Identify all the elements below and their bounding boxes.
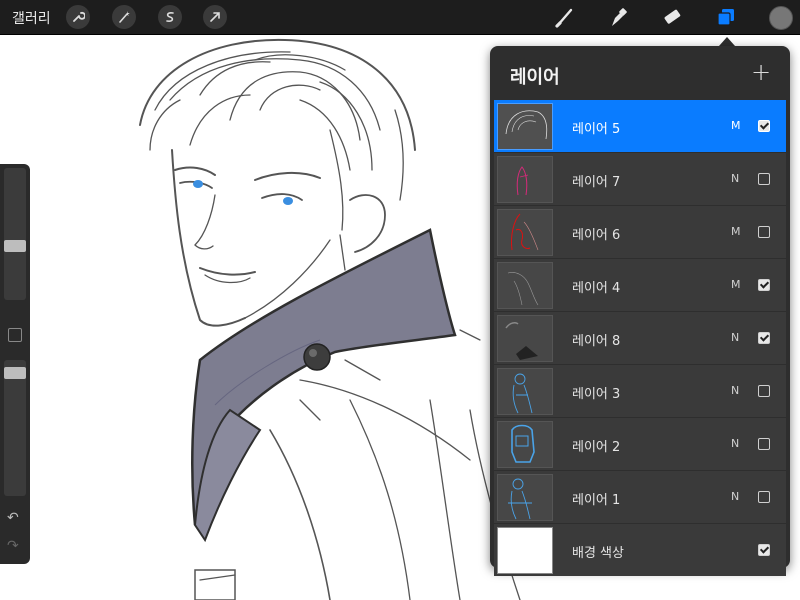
layer-row[interactable]: 레이어 8 N	[494, 312, 786, 364]
layers-icon[interactable]	[714, 5, 738, 29]
selection-s-icon[interactable]	[158, 5, 182, 29]
visibility-checkbox[interactable]	[758, 385, 770, 397]
left-sidebar: ↶ ↷	[0, 164, 30, 564]
panel-caret	[719, 37, 735, 46]
blend-mode[interactable]: N	[731, 437, 739, 450]
smudge-icon[interactable]	[606, 5, 630, 29]
blend-mode[interactable]: M	[731, 278, 741, 291]
magic-wand-icon[interactable]	[112, 5, 136, 29]
blend-mode[interactable]: N	[731, 172, 739, 185]
layer-thumbnail	[497, 262, 553, 309]
add-layer-button[interactable]: +	[751, 58, 771, 86]
blend-mode[interactable]: N	[731, 490, 739, 503]
blend-mode[interactable]: N	[731, 331, 739, 344]
brush-size-thumb[interactable]	[4, 240, 26, 252]
visibility-checkbox[interactable]	[758, 173, 770, 185]
layer-row[interactable]: 레이어 7 N	[494, 153, 786, 205]
blend-mode[interactable]: N	[731, 384, 739, 397]
layer-name: 레이어 1	[572, 493, 621, 508]
layer-thumbnail	[497, 103, 553, 150]
color-picker-button[interactable]	[769, 6, 793, 30]
visibility-checkbox[interactable]	[758, 438, 770, 450]
gallery-button[interactable]: 갤러리	[12, 8, 51, 28]
layer-name: 레이어 6	[572, 228, 621, 243]
layer-name: 레이어 5	[572, 122, 621, 137]
layer-name: 레이어 7	[572, 175, 621, 190]
undo-icon[interactable]: ↶	[7, 510, 19, 526]
opacity-slider[interactable]	[4, 360, 26, 496]
panel-title: 레이어	[510, 67, 560, 88]
layer-thumbnail	[497, 209, 553, 256]
brush-size-slider[interactable]	[4, 168, 26, 300]
background-color-row[interactable]: 배경 색상	[494, 524, 786, 576]
layer-thumbnail	[497, 474, 553, 521]
brush-icon[interactable]	[553, 5, 577, 29]
visibility-checkbox[interactable]	[758, 544, 770, 556]
blend-mode[interactable]: M	[731, 225, 741, 238]
eraser-icon[interactable]	[660, 5, 684, 29]
layer-thumbnail	[497, 315, 553, 362]
visibility-checkbox[interactable]	[758, 332, 770, 344]
visibility-checkbox[interactable]	[758, 226, 770, 238]
background-swatch[interactable]	[497, 527, 553, 574]
layer-thumbnail	[497, 368, 553, 415]
layer-name: 레이어 3	[572, 387, 621, 402]
layer-thumbnail	[497, 156, 553, 203]
layer-row[interactable]: 레이어 2 N	[494, 418, 786, 470]
layer-row[interactable]: 레이어 4 M	[494, 259, 786, 311]
modify-button[interactable]	[8, 328, 22, 342]
redo-icon[interactable]: ↷	[7, 538, 19, 554]
layer-row[interactable]: 레이어 5 M	[494, 100, 786, 152]
opacity-thumb[interactable]	[4, 367, 26, 379]
layer-name: 레이어 2	[572, 440, 621, 455]
layers-panel: 레이어 + 레이어 5 M 레이어 7 N 레이어 6 M 레이어 4 M 레이…	[490, 46, 790, 576]
blend-mode[interactable]: M	[731, 119, 741, 132]
wrench-icon[interactable]	[66, 5, 90, 29]
visibility-checkbox[interactable]	[758, 279, 770, 291]
layer-name: 배경 색상	[572, 546, 624, 561]
layer-row[interactable]: 레이어 3 N	[494, 365, 786, 417]
layer-name: 레이어 4	[572, 281, 621, 296]
layer-row[interactable]: 레이어 6 M	[494, 206, 786, 258]
visibility-checkbox[interactable]	[758, 491, 770, 503]
transform-arrow-icon[interactable]	[203, 5, 227, 29]
layer-name: 레이어 8	[572, 334, 621, 349]
visibility-checkbox[interactable]	[758, 120, 770, 132]
layer-row[interactable]: 레이어 1 N	[494, 471, 786, 523]
layer-thumbnail	[497, 421, 553, 468]
top-toolbar: 갤러리	[0, 0, 800, 35]
